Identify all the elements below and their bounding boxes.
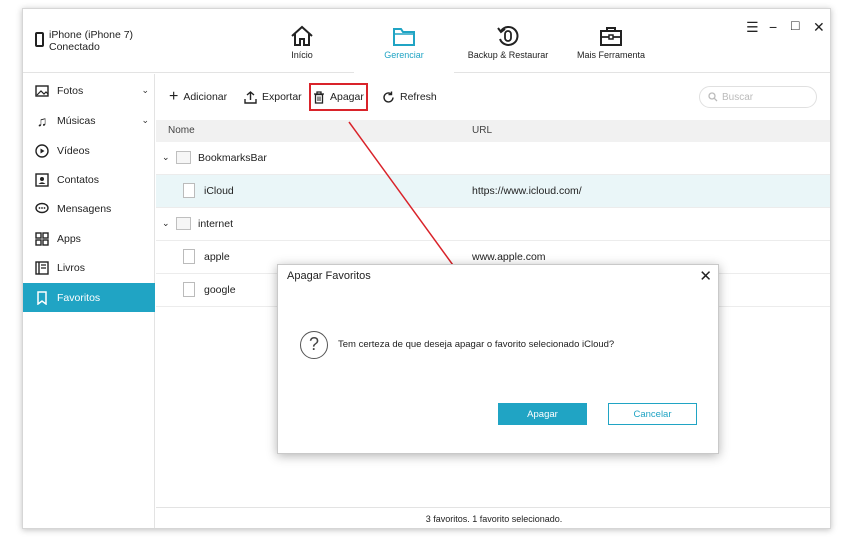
sidebar-item-label: Apps [57, 232, 81, 245]
device-status: Conectado [49, 41, 100, 53]
search-icon [708, 92, 718, 102]
export-label: Exportar [262, 91, 302, 103]
close-icon[interactable]: ✕ [813, 19, 825, 36]
status-bar: 3 favoritos. 1 favorito selecionado. [156, 507, 830, 528]
dialog-title: Apagar Favoritos [287, 270, 371, 282]
row-name: BookmarksBar [198, 152, 267, 164]
column-name-header: Nome [168, 125, 195, 136]
sidebar-item-label: Favoritos [57, 291, 101, 304]
tab-inicio[interactable]: Início [273, 9, 331, 73]
file-icon [183, 282, 195, 297]
device-info: iPhone (iPhone 7) Conectado [35, 29, 133, 53]
sidebar-item-label: Mensagens [57, 202, 112, 215]
video-icon [35, 143, 49, 158]
contacts-icon [35, 172, 49, 187]
delete-dialog: Apagar Favoritos ✕ ? Tem certeza de que … [277, 264, 719, 454]
sidebar-item-label: Livros [57, 261, 86, 274]
folder-icon [393, 28, 415, 46]
sidebar-item-label: Fotos [57, 84, 84, 97]
tab-label: Início [291, 50, 313, 60]
sidebar-item-musicas[interactable]: ♫ Músicas ⌄ [23, 106, 155, 135]
folder-icon [176, 217, 191, 230]
tab-mais-ferramenta[interactable]: Mais Ferramenta [571, 9, 651, 73]
delete-label: Apagar [330, 91, 364, 103]
maximize-icon[interactable]: □ [791, 17, 799, 33]
folder-icon [176, 151, 191, 164]
confirm-delete-button[interactable]: Apagar [498, 403, 587, 425]
sidebar-item-label: Músicas [57, 114, 96, 127]
row-name: iCloud [204, 185, 234, 197]
table-row[interactable]: ⌄ internet [156, 208, 830, 241]
row-name: apple [204, 251, 230, 263]
messages-icon [35, 202, 49, 216]
sidebar-item-livros[interactable]: Livros [23, 253, 155, 282]
add-button[interactable]: + Adicionar [169, 87, 227, 107]
tab-label: Gerenciar [384, 50, 424, 60]
row-name: internet [198, 218, 234, 230]
cancel-button[interactable]: Cancelar [608, 403, 697, 425]
trash-icon [313, 90, 325, 104]
backup-icon [497, 26, 519, 46]
apps-icon [35, 231, 49, 246]
top-header: iPhone (iPhone 7) Conectado Início Geren… [23, 9, 830, 73]
sidebar-item-fotos[interactable]: Fotos ⌄ [23, 76, 155, 105]
tab-gerenciar[interactable]: Gerenciar [354, 9, 454, 73]
refresh-icon [382, 91, 395, 104]
minimize-icon[interactable]: − [769, 19, 777, 35]
toolbar: + Adicionar Exportar Apagar Refresh [156, 74, 830, 120]
sidebar-item-contatos[interactable]: Contatos [23, 165, 155, 194]
home-icon [291, 25, 313, 46]
chevron-down-icon[interactable]: ⌄ [162, 152, 170, 163]
question-icon: ? [300, 331, 328, 359]
close-icon[interactable]: ✕ [699, 267, 712, 285]
dialog-message: Tem certeza de que deseja apagar o favor… [338, 339, 615, 350]
table-row[interactable]: iCloud https://www.icloud.com/ [156, 175, 830, 208]
table-row[interactable]: ⌄ BookmarksBar [156, 142, 830, 175]
tab-label: Mais Ferramenta [576, 50, 646, 60]
row-url: www.apple.com [472, 251, 546, 263]
phone-icon [35, 32, 44, 47]
chevron-down-icon[interactable]: ⌄ [141, 85, 149, 96]
table-header: Nome URL [156, 120, 830, 142]
music-icon: ♫ [36, 112, 48, 129]
add-label: Adicionar [183, 91, 228, 103]
sidebar-item-apps[interactable]: Apps [23, 224, 155, 253]
refresh-button[interactable]: Refresh [382, 87, 437, 107]
file-icon [183, 183, 195, 198]
row-name: google [204, 284, 236, 296]
sidebar: Fotos ⌄ ♫ Músicas ⌄ Vídeos Contatos Mens… [23, 74, 155, 528]
photos-icon [35, 84, 49, 98]
chevron-down-icon[interactable]: ⌄ [141, 115, 149, 126]
refresh-label: Refresh [400, 91, 437, 103]
device-name: iPhone (iPhone 7) [49, 29, 134, 41]
sidebar-item-mensagens[interactable]: Mensagens [23, 194, 155, 223]
sidebar-item-label: Vídeos [57, 144, 90, 157]
books-icon [35, 260, 49, 275]
tab-label: Backup & Restaurar [467, 50, 549, 60]
menu-icon[interactable]: ☰ [746, 19, 759, 36]
plus-icon: + [169, 88, 179, 105]
toolbox-icon [600, 27, 622, 46]
sidebar-item-videos[interactable]: Vídeos [23, 136, 155, 165]
file-icon [183, 249, 195, 264]
export-button[interactable]: Exportar [244, 87, 302, 107]
chevron-down-icon[interactable]: ⌄ [162, 218, 170, 229]
search-input[interactable] [722, 91, 812, 103]
bookmark-icon [35, 290, 49, 305]
sidebar-item-label: Contatos [57, 173, 100, 186]
search-box[interactable] [699, 86, 817, 108]
tab-backup-restaurar[interactable]: Backup & Restaurar [463, 9, 553, 73]
sidebar-item-favoritos[interactable]: Favoritos [23, 283, 155, 312]
column-url-header: URL [472, 125, 493, 136]
row-url: https://www.icloud.com/ [472, 185, 582, 197]
export-icon [244, 90, 257, 104]
delete-button[interactable]: Apagar [309, 83, 368, 111]
